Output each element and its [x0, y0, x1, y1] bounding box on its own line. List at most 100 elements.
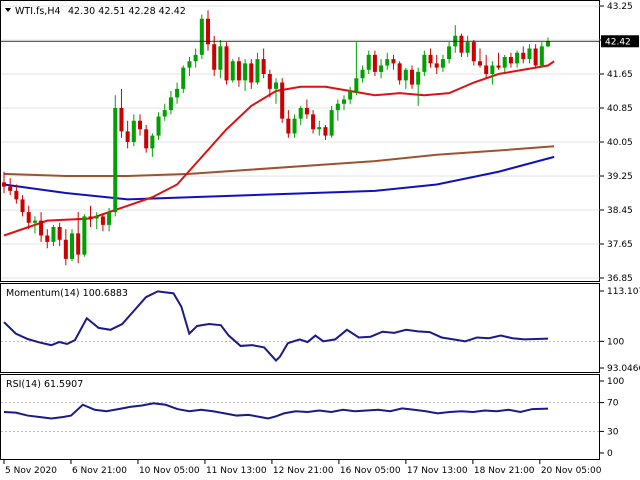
candle-body — [459, 35, 464, 53]
candle-body — [539, 46, 544, 66]
price-panel-frame — [0, 0, 600, 282]
candle-body — [131, 120, 136, 142]
candle-body — [341, 99, 347, 104]
candle-body — [477, 61, 483, 66]
candle-body — [193, 54, 198, 62]
price-grid — [1, 5, 600, 279]
candle-body — [527, 48, 532, 60]
candle-body — [150, 135, 155, 149]
rsi-line — [3, 402, 549, 420]
candle-body — [515, 52, 520, 64]
time-tick-label: 5 Nov 2020 — [5, 466, 57, 476]
candle-body — [137, 120, 143, 130]
candle-body — [205, 18, 211, 45]
candle-body — [57, 227, 62, 240]
candle-body — [304, 108, 309, 115]
candle-body — [39, 220, 44, 236]
candle-body — [181, 67, 186, 89]
time-tick-label: 17 Nov 13:00 — [407, 466, 468, 476]
candle-body — [267, 74, 272, 89]
candle-body — [348, 91, 353, 100]
candlesticks — [1, 10, 551, 266]
candle-body — [409, 69, 415, 85]
candle-body — [397, 63, 402, 81]
candle-body — [261, 59, 266, 74]
collapse-triangle-icon[interactable] — [5, 8, 11, 12]
candle-body — [199, 18, 204, 55]
candle-body — [107, 212, 112, 225]
candle-body — [372, 54, 377, 72]
indicator-tick-label: 70 — [607, 399, 619, 409]
candle-body — [45, 235, 50, 242]
candle-body — [298, 108, 303, 119]
candle-body — [533, 48, 538, 66]
rsi-panel-frame — [0, 374, 600, 460]
candle-body — [1, 182, 7, 187]
candle-body — [14, 190, 19, 200]
candle-body — [69, 233, 75, 259]
time-tick-label: 10 Nov 05:00 — [139, 466, 200, 476]
candle-body — [125, 131, 130, 142]
candle-body — [94, 216, 99, 219]
candle-body — [82, 216, 87, 255]
time-tick-label: 16 Nov 05:00 — [340, 466, 401, 476]
candle-body — [51, 227, 56, 242]
moving-averages — [3, 60, 555, 237]
indicator-tick-label: 30 — [607, 427, 619, 437]
price-tick-label: 39.25 — [607, 172, 633, 182]
candle-body — [224, 46, 229, 81]
candle-body — [416, 71, 421, 85]
candle-body — [385, 59, 390, 66]
time-tick-label: 20 Nov 05:00 — [541, 466, 602, 476]
time-tick-label: 6 Nov 21:00 — [72, 466, 127, 476]
current-price-label: 42.42 — [605, 37, 631, 47]
symbol-label: WTI.fs,H4 — [15, 6, 61, 17]
candle-body — [428, 54, 433, 64]
price-tick-label: 43.25 — [607, 2, 633, 12]
price-header: WTI.fs,H4 42.30 42.51 42.28 42.42 — [5, 6, 186, 17]
candle-body — [119, 108, 124, 132]
candle-body — [360, 69, 365, 79]
candle-body — [484, 65, 489, 74]
price-tick-label: 38.45 — [607, 206, 633, 216]
candle-body — [280, 82, 285, 119]
candle-body — [391, 59, 396, 64]
indicator-tick-label: 113.1076 — [607, 287, 640, 297]
trading-chart: 43.2542.4541.6540.8540.0539.2538.4537.65… — [0, 0, 640, 476]
price-tick-label: 40.05 — [607, 138, 633, 148]
ma-fast-line — [3, 60, 555, 237]
candle-body — [521, 52, 526, 60]
candle-body — [403, 69, 408, 81]
ohlc-label: 42.30 42.51 42.28 42.42 — [68, 6, 186, 17]
panel-frames — [0, 0, 600, 460]
indicator-tick-label: 100 — [607, 377, 624, 387]
candle-body — [88, 216, 93, 219]
momentum-label: Momentum(14) 100.6883 — [6, 288, 128, 299]
momentum-line — [3, 290, 549, 362]
time-tick-label: 12 Nov 21:00 — [273, 466, 334, 476]
price-tick-label: 36.85 — [607, 274, 633, 284]
ma-mid-line — [3, 145, 555, 177]
indicator-tick-label: 93.0466 — [607, 364, 640, 374]
candle-body — [63, 239, 68, 259]
candle-body — [508, 57, 513, 64]
candle-body — [26, 212, 31, 223]
candle-body — [490, 65, 495, 74]
candle-body — [465, 42, 470, 53]
candle-body — [236, 61, 241, 81]
candle-body — [168, 97, 173, 111]
candle-body — [144, 129, 149, 149]
ma-slow-line — [3, 155, 555, 201]
candle-body — [100, 216, 105, 225]
time-axis: 5 Nov 2020 6 Nov 21:00 10 Nov 05:00 11 Nov … — [3, 460, 602, 476]
candle-body — [447, 46, 452, 60]
time-tick-label: 11 Nov 13:00 — [206, 466, 267, 476]
candle-body — [545, 41, 551, 47]
rsi-level-lines — [1, 402, 600, 432]
candle-body — [113, 108, 118, 213]
candle-body — [496, 65, 501, 68]
time-tick-label: 18 Nov 21:00 — [474, 466, 535, 476]
candle-body — [379, 65, 384, 72]
candle-body — [471, 42, 476, 62]
rsi-y-axis: 100 70 30 0 — [600, 377, 624, 459]
